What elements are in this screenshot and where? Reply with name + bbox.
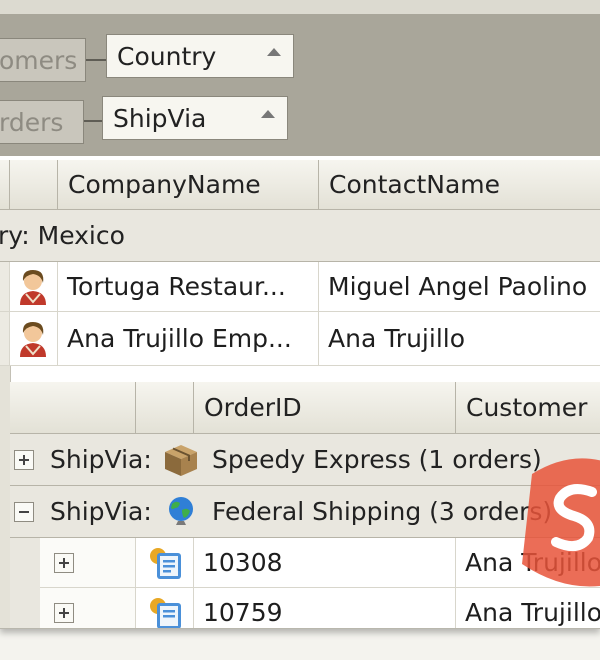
grid-window: omers Country rders ShipVia CompanyName … — [0, 0, 600, 629]
package-box-icon — [165, 445, 197, 476]
table-cell-orderid[interactable]: 10308 — [194, 538, 456, 588]
table-cell-customer[interactable]: Ana Trujillo — [456, 588, 600, 628]
column-header-customer[interactable]: Customer — [456, 382, 600, 434]
expand-icon[interactable] — [54, 553, 74, 573]
expand-icon[interactable] — [54, 603, 74, 623]
group-row-prefix: ShipVia: — [50, 497, 152, 526]
group-row-label: Federal Shipping (3 orders) — [212, 497, 553, 526]
column-header-label: OrderID — [204, 393, 302, 422]
group-chip-shipvia[interactable]: ShipVia — [102, 96, 288, 140]
table-cell-orderid[interactable]: 10759 — [194, 588, 456, 628]
group-chip-label: omers — [0, 46, 78, 75]
order-form-icon — [150, 598, 181, 628]
top-strip — [0, 0, 600, 15]
row-icon-cell — [136, 538, 194, 588]
column-header-contactname[interactable]: ContactName — [319, 160, 600, 210]
sort-ascending-icon — [267, 48, 281, 56]
table-cell-company[interactable]: Tortuga Restaur... — [58, 262, 319, 312]
table-cell-company[interactable]: Ana Trujillo Emp... — [58, 312, 319, 366]
person-icon — [20, 270, 46, 305]
group-chip-label: Country — [117, 42, 217, 71]
group-connector — [84, 120, 102, 122]
detail-indent — [10, 538, 41, 628]
group-row-country[interactable]: ry: Mexico — [0, 210, 600, 262]
cell-text: Ana Trujillo — [465, 598, 600, 627]
person-icon — [20, 322, 46, 357]
collapse-icon[interactable] — [14, 502, 34, 522]
row-icon-cell — [136, 588, 194, 628]
cell-text: Tortuga Restaur... — [67, 272, 286, 301]
row-icon-cell — [10, 262, 58, 312]
table-cell-contact[interactable]: Ana Trujillo — [319, 312, 600, 366]
row-expander-cell — [40, 588, 136, 628]
column-header-label: ContactName — [329, 170, 501, 199]
row-indent — [0, 262, 10, 312]
group-chip-label: rders — [0, 108, 64, 137]
cell-text: 10759 — [203, 598, 283, 627]
globe-icon — [169, 497, 193, 525]
order-form-icon — [150, 548, 181, 579]
group-chip-customers[interactable]: omers — [0, 38, 86, 82]
table-cell-contact[interactable]: Miguel Angel Paolino — [319, 262, 600, 312]
header-icon-cell — [136, 382, 194, 434]
row-icon-cell — [10, 312, 58, 366]
header-expander-cell — [10, 382, 136, 434]
group-row-label: ry: Mexico — [0, 221, 125, 250]
row-expander-cell — [40, 538, 136, 588]
sort-ascending-icon — [261, 110, 275, 118]
expand-icon[interactable] — [14, 450, 34, 470]
logo-watermark-icon — [522, 458, 600, 587]
column-header-companyname[interactable]: CompanyName — [58, 160, 319, 210]
cell-text: 10308 — [203, 548, 283, 577]
cell-text: Miguel Angel Paolino — [328, 272, 588, 301]
group-row-label: Speedy Express (1 orders) — [212, 445, 542, 474]
row-indent — [0, 312, 10, 366]
header-icon-cell — [10, 160, 58, 210]
group-connector — [86, 59, 106, 61]
group-by-panel: omers Country rders ShipVia — [0, 14, 600, 156]
column-header-label: CompanyName — [68, 170, 261, 199]
header-indent-cell — [0, 160, 10, 210]
column-header-orderid[interactable]: OrderID — [194, 382, 456, 434]
group-chip-label: ShipVia — [113, 104, 207, 133]
group-chip-orders[interactable]: rders — [0, 100, 84, 144]
cell-text: Ana Trujillo Emp... — [67, 324, 292, 353]
group-chip-country[interactable]: Country — [106, 34, 294, 78]
column-header-label: Customer — [466, 393, 588, 422]
cell-text: Ana Trujillo — [328, 324, 466, 353]
group-row-prefix: ShipVia: — [50, 445, 152, 474]
